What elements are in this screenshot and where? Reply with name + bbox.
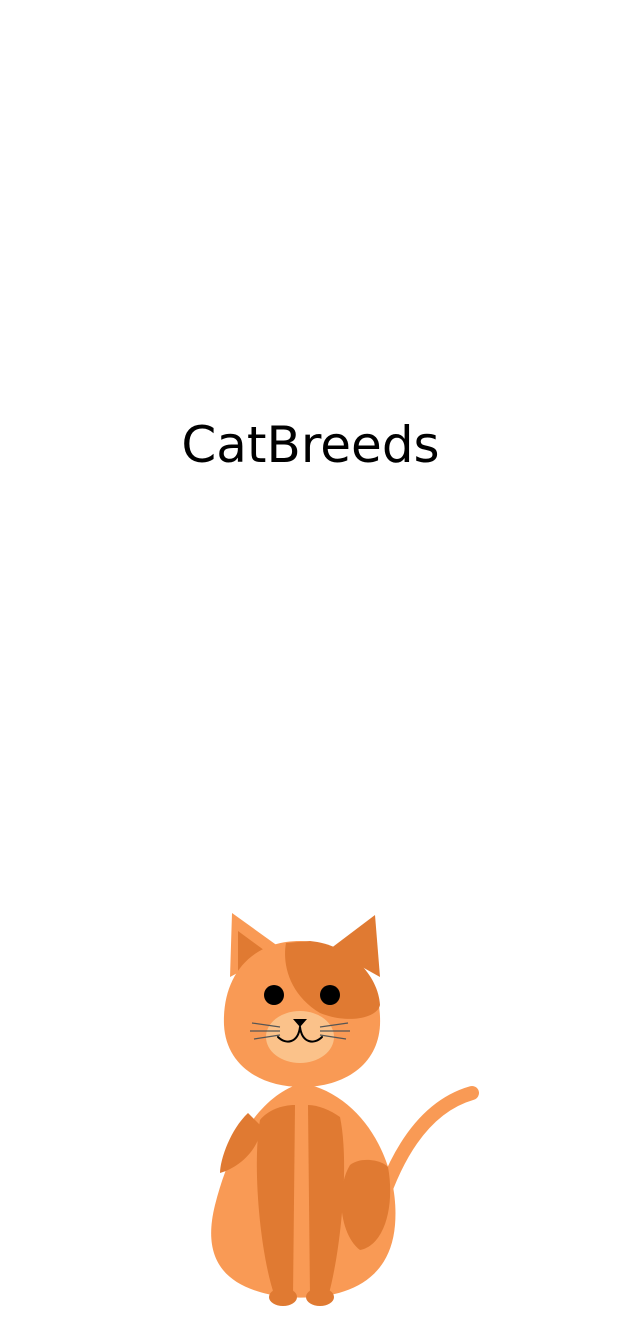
app-title: CatBreeds bbox=[181, 416, 440, 474]
splash-screen: CatBreeds bbox=[0, 0, 621, 1344]
cat-icon bbox=[211, 913, 479, 1306]
